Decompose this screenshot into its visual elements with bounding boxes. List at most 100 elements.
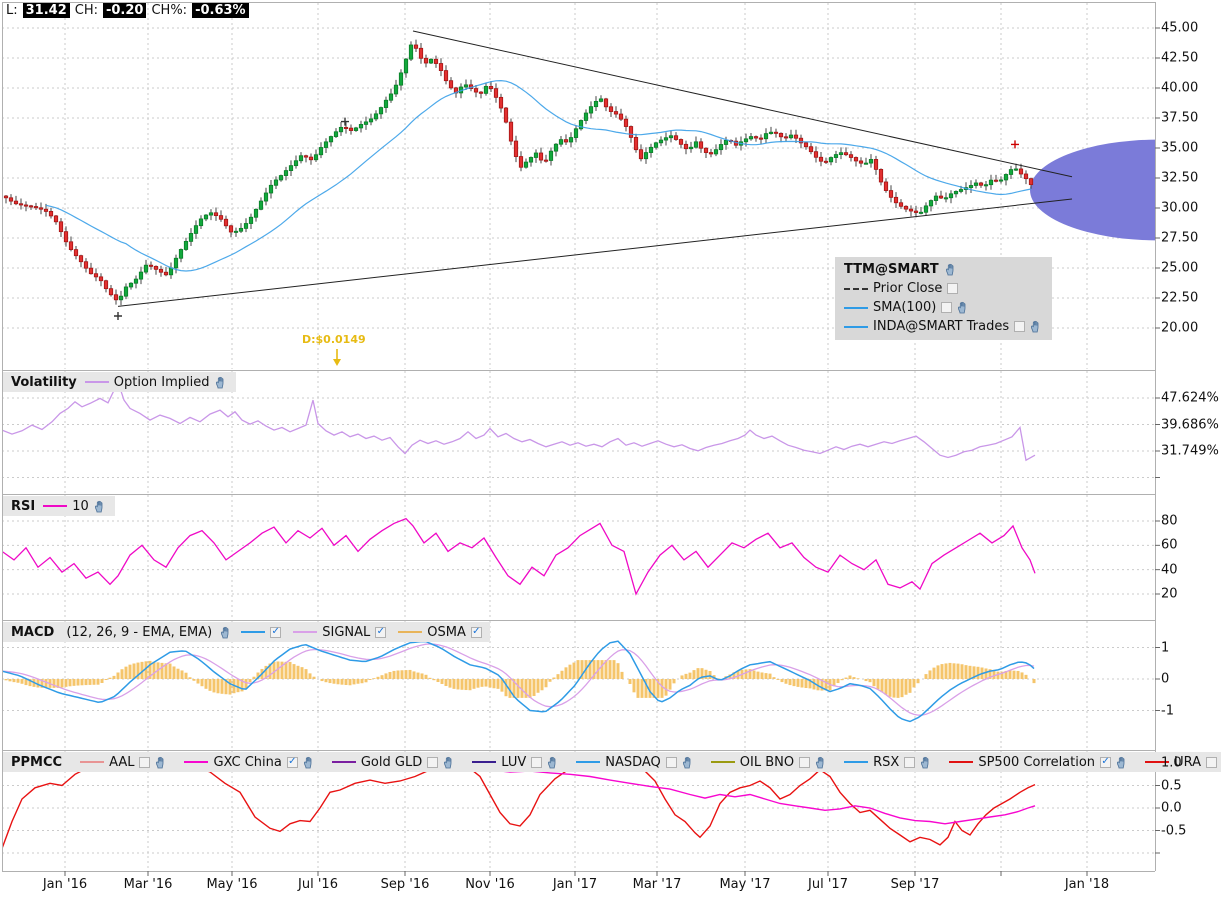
line-sample (293, 631, 317, 633)
line-sample (241, 631, 265, 633)
symbol-title: TTM@SMART (844, 262, 939, 277)
line-sample (398, 631, 422, 633)
dividend-label: D:$0.0149 (302, 333, 366, 346)
y-axis-label: -1 (1161, 703, 1174, 718)
x-axis-label: Jul '17 (808, 877, 848, 892)
line-sample (711, 761, 735, 763)
quote-bar: L: 31.42 CH: -0.20 CH%: -0.63% (6, 3, 249, 18)
y-axis-label: 40 (1161, 562, 1178, 577)
drag-hand-icon[interactable] (1116, 756, 1129, 769)
drag-hand-icon[interactable] (443, 756, 456, 769)
drag-hand-icon[interactable] (215, 376, 228, 389)
visibility-checkbox[interactable] (666, 757, 677, 768)
x-axis-label: Mar '17 (633, 877, 682, 892)
y-axis-label: 80 (1161, 514, 1178, 529)
legend-label: NASDAQ (605, 755, 661, 770)
y-axis-label: 60 (1161, 538, 1178, 553)
visibility-checkbox[interactable] (1206, 757, 1217, 768)
line-sample (80, 761, 104, 763)
price-legend-items: Prior CloseSMA(100)INDA@SMART Trades (844, 279, 1043, 336)
y-axis-label: 20.00 (1161, 321, 1198, 336)
y-axis-label: 30.00 (1161, 201, 1198, 216)
volatility-title: Volatility (11, 375, 77, 390)
visibility-checkbox[interactable] (904, 757, 915, 768)
legend-label: GXC China (213, 755, 281, 770)
rsi-legend: 10 (43, 499, 107, 514)
visibility-checkbox[interactable] (799, 757, 810, 768)
legend-item-nasdaq: NASDAQ (576, 755, 695, 770)
ppmcc-legend: AAL GXC China ✓ Gold GLD LUV NASDAQ OIL BNO RSX… (80, 755, 1221, 770)
legend-item-10: 10 (43, 499, 107, 514)
drag-hand-icon[interactable] (920, 756, 933, 769)
x-axis-label: May '16 (206, 877, 257, 892)
macd-header: MACD (12, 26, 9 - EMA, EMA) ✓SIGNAL✓OSMA… (3, 622, 490, 642)
legend-item-gold-gld: Gold GLD (332, 755, 456, 770)
x-axis-label: Sep '16 (381, 877, 430, 892)
legend-label: SP500 Correlation (978, 755, 1095, 770)
x-axis-label: Jan '18 (1065, 877, 1109, 892)
legend-item-osma: OSMA✓ (398, 625, 482, 640)
visibility-checkbox[interactable]: ✓ (1100, 757, 1111, 768)
drag-hand-icon[interactable] (155, 756, 168, 769)
legend-label: RSX (873, 755, 899, 770)
line-sample (184, 761, 208, 763)
legend-label: Option Implied (114, 375, 210, 390)
ppmcc-title: PPMCC (11, 755, 62, 770)
line-sample (844, 307, 868, 309)
x-axis-label: May '17 (719, 877, 770, 892)
visibility-checkbox[interactable] (139, 757, 150, 768)
change-value: -0.20 (103, 3, 146, 18)
visibility-checkbox[interactable]: ✓ (270, 627, 281, 638)
drag-hand-icon[interactable] (303, 756, 316, 769)
line-sample (43, 505, 67, 507)
drag-hand-icon[interactable] (1030, 320, 1043, 333)
visibility-checkbox[interactable] (427, 757, 438, 768)
drag-hand-icon[interactable] (945, 263, 958, 276)
y-axis-label: 40.00 (1161, 81, 1198, 96)
y-axis-label: 37.50 (1161, 111, 1198, 126)
y-axis-label: 20 (1161, 587, 1178, 602)
visibility-checkbox[interactable]: ✓ (471, 627, 482, 638)
rsi-header: RSI 10 (3, 496, 115, 516)
legend-item-ura: URA (1145, 755, 1221, 770)
change-pct-value: -0.63% (192, 3, 249, 18)
x-axis-label: Mar '16 (124, 877, 173, 892)
rsi-title: RSI (11, 499, 35, 514)
drag-hand-icon[interactable] (94, 500, 107, 513)
visibility-checkbox[interactable] (531, 757, 542, 768)
visibility-checkbox[interactable] (1014, 321, 1025, 332)
drag-hand-icon[interactable] (957, 301, 970, 314)
legend-label: Gold GLD (361, 755, 422, 770)
legend-label: AAL (109, 755, 134, 770)
x-axis-label: Sep '17 (891, 877, 940, 892)
y-axis-label: 31.749% (1161, 444, 1219, 459)
legend-label: 10 (72, 499, 89, 514)
line-sample (576, 761, 600, 763)
line-sample (844, 761, 868, 763)
macd-title: MACD (11, 625, 54, 640)
drag-hand-icon[interactable] (547, 756, 560, 769)
y-axis-label: 22.50 (1161, 291, 1198, 306)
legend-item-series: ✓ (241, 627, 281, 638)
line-sample (332, 761, 356, 763)
y-axis-label: 39.686% (1161, 417, 1219, 432)
visibility-checkbox[interactable]: ✓ (375, 627, 386, 638)
y-axis-label: 45.00 (1161, 21, 1198, 36)
y-axis-label: 0.5 (1161, 778, 1182, 793)
legend-label: OIL BNO (740, 755, 794, 770)
drag-hand-icon[interactable] (682, 756, 695, 769)
price-legend: TTM@SMART Prior CloseSMA(100)INDA@SMART … (835, 257, 1052, 340)
legend-item-sma-100: SMA(100) (844, 300, 970, 315)
macd-params: (12, 26, 9 - EMA, EMA) (66, 625, 212, 640)
drag-hand-icon[interactable] (815, 756, 828, 769)
legend-item-gxc-china: GXC China ✓ (184, 755, 315, 770)
visibility-checkbox[interactable] (947, 283, 958, 294)
visibility-checkbox[interactable] (941, 302, 952, 313)
legend-label: SMA(100) (873, 300, 936, 315)
visibility-checkbox[interactable]: ✓ (287, 757, 298, 768)
y-axis-label: 0 (1161, 672, 1169, 687)
drag-hand-icon[interactable] (220, 626, 233, 639)
y-axis-label: 1.0 (1161, 756, 1182, 771)
legend-item-aal: AAL (80, 755, 168, 770)
legend-label: LUV (501, 755, 526, 770)
